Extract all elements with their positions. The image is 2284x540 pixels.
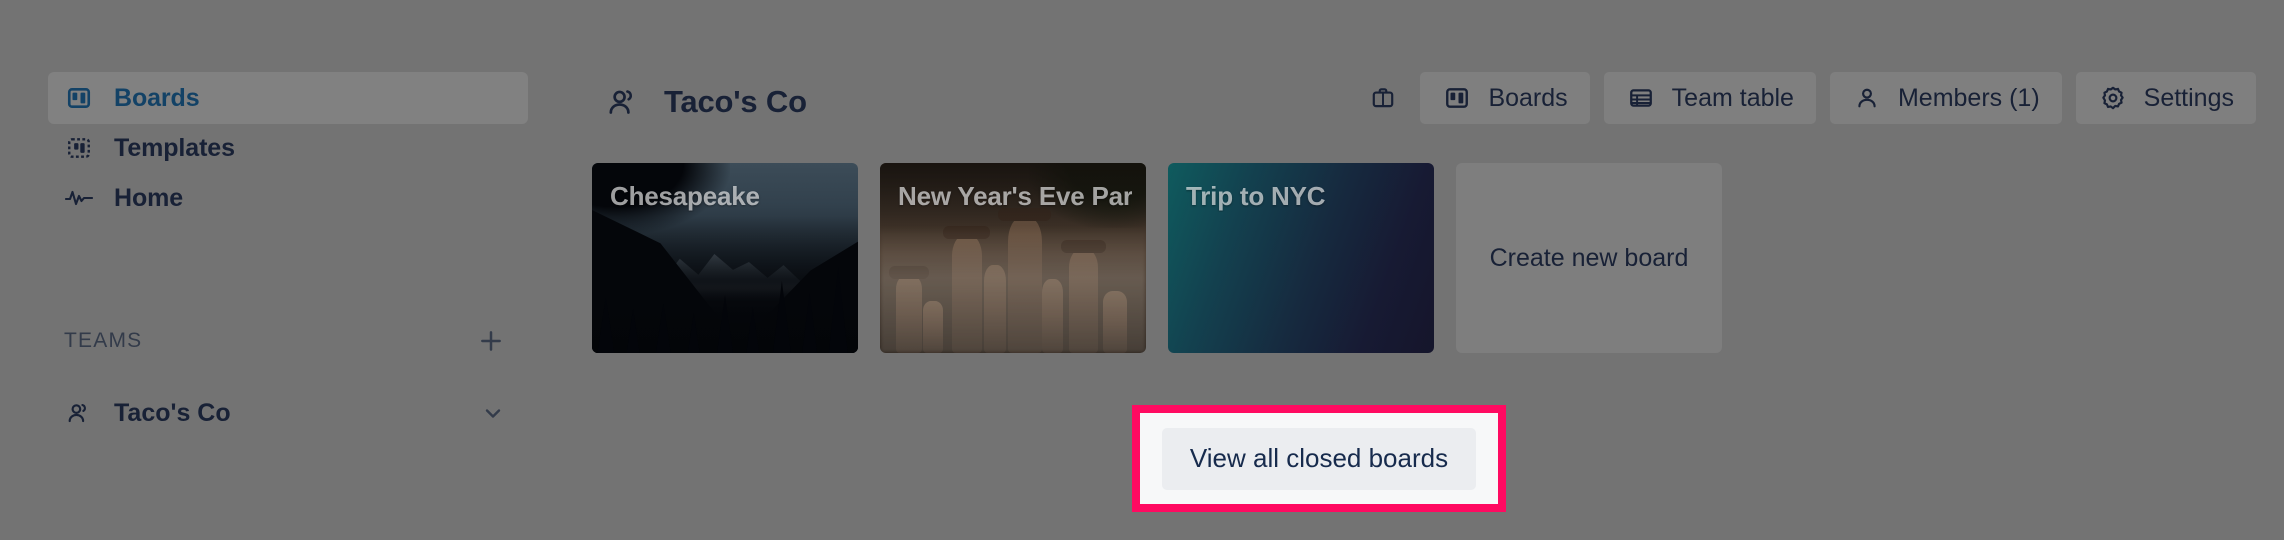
tab-label: Team table — [1671, 83, 1794, 112]
board-title: Chesapeake — [610, 181, 760, 211]
sidebar-team-label: Taco's Co — [114, 398, 231, 427]
board-icon — [1442, 83, 1472, 113]
app-root: Boards Templates Home TEAMS Taco's Co Ta… — [0, 0, 2284, 540]
board-title: Trip to NYC — [1186, 181, 1326, 211]
sidebar-item-label: Templates — [114, 133, 235, 162]
closed-boards-highlight: View all closed boards — [1132, 405, 1506, 512]
sidebar-item-boards[interactable]: Boards — [48, 72, 528, 124]
board-title: New Year's Eve Party — [898, 181, 1132, 211]
sidebar-item-home[interactable]: Home — [48, 172, 528, 224]
board-icon — [64, 83, 94, 113]
create-new-board-label: Create new board — [1489, 243, 1689, 272]
tab-label: Members (1) — [1897, 83, 2040, 112]
sidebar-item-label: Home — [114, 183, 184, 212]
view-all-closed-boards-button[interactable]: View all closed boards — [1161, 427, 1477, 490]
templates-icon — [64, 133, 94, 163]
teams-section-header: TEAMS — [64, 320, 514, 362]
people-icon — [64, 398, 94, 428]
gear-icon — [2098, 83, 2128, 113]
chevron-down-icon[interactable] — [478, 398, 508, 428]
tab-team-table[interactable]: Team table — [1603, 72, 1816, 124]
team-header: Taco's Co — [604, 76, 807, 128]
sidebar-item-templates[interactable]: Templates — [48, 122, 528, 174]
teams-section-title: TEAMS — [64, 329, 143, 352]
activity-icon — [64, 183, 94, 213]
plus-icon[interactable] — [474, 324, 508, 358]
tab-label: Boards — [1488, 83, 1568, 112]
header-actions: Boards Team table Members (1) Settings — [1360, 72, 2256, 124]
tab-label: Settings — [2143, 83, 2234, 112]
tab-members[interactable]: Members (1) — [1829, 72, 2062, 124]
briefcase-icon[interactable] — [1360, 72, 1406, 124]
sidebar: Boards Templates Home TEAMS Taco's Co — [0, 0, 560, 540]
create-new-board-tile[interactable]: Create new board — [1456, 163, 1722, 353]
table-icon — [1626, 83, 1656, 113]
tab-boards[interactable]: Boards — [1420, 72, 1590, 124]
person-icon — [1852, 83, 1882, 113]
main-content: Taco's Co Boards Team table Members (1) … — [560, 0, 2284, 540]
page-title: Taco's Co — [664, 84, 807, 119]
mist-art — [880, 227, 1146, 353]
tab-settings[interactable]: Settings — [2075, 72, 2256, 124]
sidebar-item-label: Boards — [114, 83, 200, 112]
board-tile[interactable]: Trip to NYC — [1168, 163, 1434, 353]
boards-grid: Chesapeake New Year's Eve Party Trip to … — [592, 163, 1722, 353]
people-icon — [604, 83, 642, 121]
board-tile[interactable]: Chesapeake — [592, 163, 858, 353]
sidebar-team-tacos-co[interactable]: Taco's Co — [64, 392, 514, 434]
view-all-closed-boards-label: View all closed boards — [1189, 443, 1449, 473]
board-tile[interactable]: New Year's Eve Party — [880, 163, 1146, 353]
